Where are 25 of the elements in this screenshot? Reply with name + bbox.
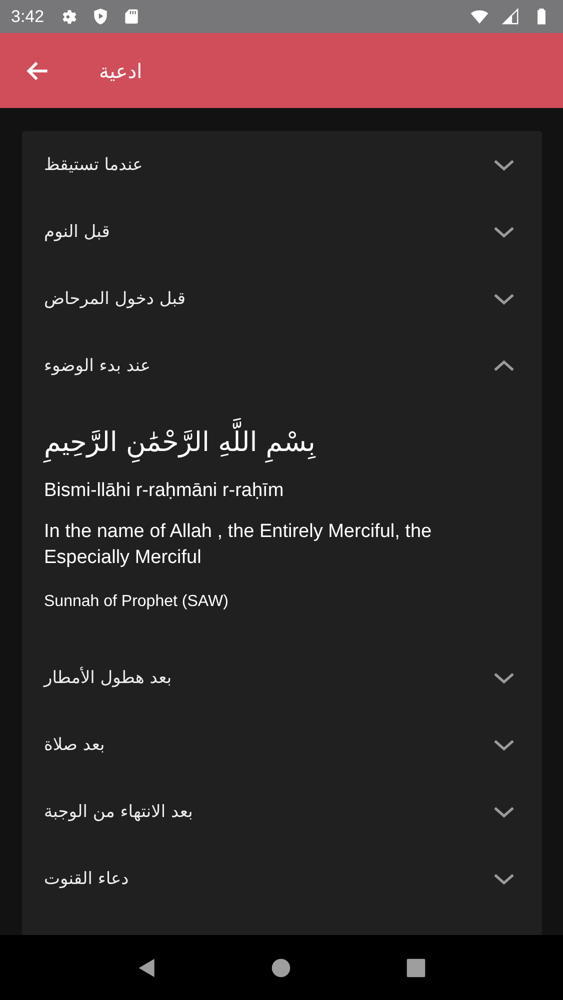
arabic-text: بِسْمِ اللَّهِ الرَّحْمَٰنِ الرَّحِيمِ (44, 419, 520, 467)
screen-title: ادعية (99, 58, 142, 82)
home-icon[interactable] (270, 956, 292, 978)
accordion-header[interactable]: قبل دخول المرحاض (22, 265, 542, 332)
accordion-header[interactable]: دعاء القنوت (22, 845, 542, 912)
status-time: 3:42 (11, 6, 44, 26)
accordion-header[interactable]: عند بدء الوضوء (22, 332, 542, 399)
accordion-header[interactable]: عندما تستيقظ (22, 131, 542, 198)
accordion-title: عندما تستيقظ (44, 154, 143, 174)
accordion-title: عند بدء الوضوء (44, 356, 151, 376)
transliteration-text: Bismi-llāhi r-raḥmāni r-raḥīm (44, 479, 285, 503)
accordion-header[interactable]: بعد الانتهاء من الوجبة (22, 778, 542, 845)
signal-icon (501, 7, 520, 26)
accordion-title: بعد هطول الأمطار (44, 668, 172, 688)
accordion-title: دعاء القنوت (44, 868, 129, 888)
accordion-title: قبل النوم (44, 222, 110, 242)
source-text: Sunnah of Prophet (SAW) (44, 592, 230, 612)
accordion-title: بعد الانتهاء من الوجبة (44, 802, 193, 822)
accordion-title: بعد صلاة (44, 734, 105, 754)
recents-icon[interactable] (404, 956, 427, 978)
accordion-title: قبل دخول المرحاض (44, 288, 186, 308)
accordion-header[interactable]: بعد هطول الأمطار (22, 644, 542, 711)
translation-text: In the name of Allah , the Entirely Merciful, the Especially Merciful (44, 520, 433, 570)
accordion-header[interactable]: قبل النوم (22, 198, 542, 265)
accordion-header[interactable]: بعد صلاة (22, 711, 542, 778)
